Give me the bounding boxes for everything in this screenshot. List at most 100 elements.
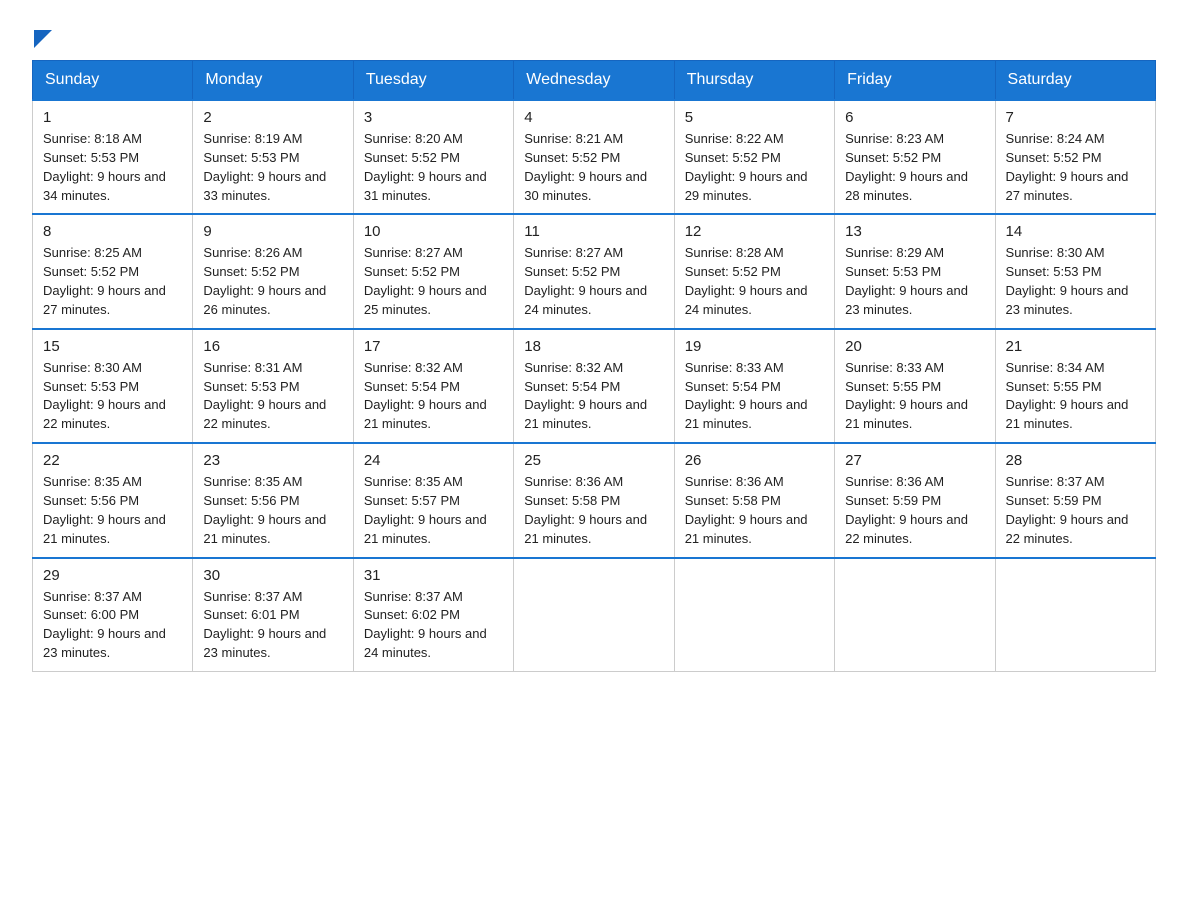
calendar-cell: 3 Sunrise: 8:20 AMSunset: 5:52 PMDayligh… xyxy=(353,100,513,214)
day-info: Sunrise: 8:20 AMSunset: 5:52 PMDaylight:… xyxy=(364,130,503,205)
day-info: Sunrise: 8:36 AMSunset: 5:58 PMDaylight:… xyxy=(685,473,824,548)
weekday-header-monday: Monday xyxy=(193,61,353,101)
day-number: 4 xyxy=(524,109,663,126)
weekday-header-friday: Friday xyxy=(835,61,995,101)
day-info: Sunrise: 8:35 AMSunset: 5:56 PMDaylight:… xyxy=(203,473,342,548)
calendar-cell: 13 Sunrise: 8:29 AMSunset: 5:53 PMDaylig… xyxy=(835,214,995,328)
day-number: 25 xyxy=(524,452,663,469)
calendar-cell: 21 Sunrise: 8:34 AMSunset: 5:55 PMDaylig… xyxy=(995,329,1155,443)
weekday-header-wednesday: Wednesday xyxy=(514,61,674,101)
day-number: 18 xyxy=(524,338,663,355)
day-number: 23 xyxy=(203,452,342,469)
day-number: 5 xyxy=(685,109,824,126)
calendar-week-row: 29 Sunrise: 8:37 AMSunset: 6:00 PMDaylig… xyxy=(33,558,1156,672)
day-info: Sunrise: 8:35 AMSunset: 5:57 PMDaylight:… xyxy=(364,473,503,548)
logo-arrow-icon xyxy=(34,30,52,48)
page-header xyxy=(32,24,1156,44)
calendar-cell: 24 Sunrise: 8:35 AMSunset: 5:57 PMDaylig… xyxy=(353,443,513,557)
day-number: 21 xyxy=(1006,338,1145,355)
day-number: 14 xyxy=(1006,223,1145,240)
calendar-cell xyxy=(835,558,995,672)
calendar-cell: 2 Sunrise: 8:19 AMSunset: 5:53 PMDayligh… xyxy=(193,100,353,214)
day-info: Sunrise: 8:27 AMSunset: 5:52 PMDaylight:… xyxy=(364,244,503,319)
calendar-cell: 9 Sunrise: 8:26 AMSunset: 5:52 PMDayligh… xyxy=(193,214,353,328)
day-info: Sunrise: 8:36 AMSunset: 5:59 PMDaylight:… xyxy=(845,473,984,548)
day-number: 17 xyxy=(364,338,503,355)
calendar-week-row: 22 Sunrise: 8:35 AMSunset: 5:56 PMDaylig… xyxy=(33,443,1156,557)
day-info: Sunrise: 8:18 AMSunset: 5:53 PMDaylight:… xyxy=(43,130,182,205)
weekday-header-sunday: Sunday xyxy=(33,61,193,101)
day-number: 28 xyxy=(1006,452,1145,469)
day-info: Sunrise: 8:37 AMSunset: 6:00 PMDaylight:… xyxy=(43,588,182,663)
day-number: 1 xyxy=(43,109,182,126)
calendar-cell: 31 Sunrise: 8:37 AMSunset: 6:02 PMDaylig… xyxy=(353,558,513,672)
calendar-cell: 11 Sunrise: 8:27 AMSunset: 5:52 PMDaylig… xyxy=(514,214,674,328)
day-info: Sunrise: 8:30 AMSunset: 5:53 PMDaylight:… xyxy=(1006,244,1145,319)
calendar-cell: 20 Sunrise: 8:33 AMSunset: 5:55 PMDaylig… xyxy=(835,329,995,443)
calendar-cell: 7 Sunrise: 8:24 AMSunset: 5:52 PMDayligh… xyxy=(995,100,1155,214)
day-info: Sunrise: 8:31 AMSunset: 5:53 PMDaylight:… xyxy=(203,359,342,434)
calendar-table: SundayMondayTuesdayWednesdayThursdayFrid… xyxy=(32,60,1156,672)
day-number: 6 xyxy=(845,109,984,126)
day-info: Sunrise: 8:37 AMSunset: 5:59 PMDaylight:… xyxy=(1006,473,1145,548)
day-number: 13 xyxy=(845,223,984,240)
calendar-cell: 22 Sunrise: 8:35 AMSunset: 5:56 PMDaylig… xyxy=(33,443,193,557)
day-number: 11 xyxy=(524,223,663,240)
day-number: 7 xyxy=(1006,109,1145,126)
day-number: 12 xyxy=(685,223,824,240)
day-info: Sunrise: 8:33 AMSunset: 5:55 PMDaylight:… xyxy=(845,359,984,434)
calendar-cell: 15 Sunrise: 8:30 AMSunset: 5:53 PMDaylig… xyxy=(33,329,193,443)
day-number: 10 xyxy=(364,223,503,240)
calendar-cell: 23 Sunrise: 8:35 AMSunset: 5:56 PMDaylig… xyxy=(193,443,353,557)
day-info: Sunrise: 8:30 AMSunset: 5:53 PMDaylight:… xyxy=(43,359,182,434)
day-info: Sunrise: 8:33 AMSunset: 5:54 PMDaylight:… xyxy=(685,359,824,434)
day-number: 16 xyxy=(203,338,342,355)
day-number: 19 xyxy=(685,338,824,355)
calendar-cell: 6 Sunrise: 8:23 AMSunset: 5:52 PMDayligh… xyxy=(835,100,995,214)
day-info: Sunrise: 8:35 AMSunset: 5:56 PMDaylight:… xyxy=(43,473,182,548)
day-info: Sunrise: 8:22 AMSunset: 5:52 PMDaylight:… xyxy=(685,130,824,205)
day-number: 8 xyxy=(43,223,182,240)
calendar-cell: 14 Sunrise: 8:30 AMSunset: 5:53 PMDaylig… xyxy=(995,214,1155,328)
day-number: 27 xyxy=(845,452,984,469)
day-number: 20 xyxy=(845,338,984,355)
day-info: Sunrise: 8:19 AMSunset: 5:53 PMDaylight:… xyxy=(203,130,342,205)
calendar-cell: 25 Sunrise: 8:36 AMSunset: 5:58 PMDaylig… xyxy=(514,443,674,557)
day-info: Sunrise: 8:21 AMSunset: 5:52 PMDaylight:… xyxy=(524,130,663,205)
day-info: Sunrise: 8:34 AMSunset: 5:55 PMDaylight:… xyxy=(1006,359,1145,434)
calendar-cell: 10 Sunrise: 8:27 AMSunset: 5:52 PMDaylig… xyxy=(353,214,513,328)
calendar-cell xyxy=(514,558,674,672)
day-number: 9 xyxy=(203,223,342,240)
calendar-week-row: 15 Sunrise: 8:30 AMSunset: 5:53 PMDaylig… xyxy=(33,329,1156,443)
day-number: 22 xyxy=(43,452,182,469)
day-info: Sunrise: 8:37 AMSunset: 6:02 PMDaylight:… xyxy=(364,588,503,663)
calendar-cell: 30 Sunrise: 8:37 AMSunset: 6:01 PMDaylig… xyxy=(193,558,353,672)
calendar-cell: 16 Sunrise: 8:31 AMSunset: 5:53 PMDaylig… xyxy=(193,329,353,443)
calendar-cell: 19 Sunrise: 8:33 AMSunset: 5:54 PMDaylig… xyxy=(674,329,834,443)
calendar-cell: 29 Sunrise: 8:37 AMSunset: 6:00 PMDaylig… xyxy=(33,558,193,672)
calendar-week-row: 8 Sunrise: 8:25 AMSunset: 5:52 PMDayligh… xyxy=(33,214,1156,328)
calendar-cell: 1 Sunrise: 8:18 AMSunset: 5:53 PMDayligh… xyxy=(33,100,193,214)
day-info: Sunrise: 8:36 AMSunset: 5:58 PMDaylight:… xyxy=(524,473,663,548)
day-info: Sunrise: 8:23 AMSunset: 5:52 PMDaylight:… xyxy=(845,130,984,205)
calendar-cell xyxy=(995,558,1155,672)
weekday-header-row: SundayMondayTuesdayWednesdayThursdayFrid… xyxy=(33,61,1156,101)
day-number: 30 xyxy=(203,567,342,584)
day-info: Sunrise: 8:29 AMSunset: 5:53 PMDaylight:… xyxy=(845,244,984,319)
day-info: Sunrise: 8:25 AMSunset: 5:52 PMDaylight:… xyxy=(43,244,182,319)
calendar-cell: 27 Sunrise: 8:36 AMSunset: 5:59 PMDaylig… xyxy=(835,443,995,557)
calendar-cell xyxy=(674,558,834,672)
day-number: 3 xyxy=(364,109,503,126)
day-number: 15 xyxy=(43,338,182,355)
day-info: Sunrise: 8:32 AMSunset: 5:54 PMDaylight:… xyxy=(524,359,663,434)
day-number: 26 xyxy=(685,452,824,469)
calendar-cell: 26 Sunrise: 8:36 AMSunset: 5:58 PMDaylig… xyxy=(674,443,834,557)
calendar-cell: 4 Sunrise: 8:21 AMSunset: 5:52 PMDayligh… xyxy=(514,100,674,214)
day-number: 29 xyxy=(43,567,182,584)
day-info: Sunrise: 8:28 AMSunset: 5:52 PMDaylight:… xyxy=(685,244,824,319)
calendar-week-row: 1 Sunrise: 8:18 AMSunset: 5:53 PMDayligh… xyxy=(33,100,1156,214)
calendar-cell: 5 Sunrise: 8:22 AMSunset: 5:52 PMDayligh… xyxy=(674,100,834,214)
calendar-cell: 18 Sunrise: 8:32 AMSunset: 5:54 PMDaylig… xyxy=(514,329,674,443)
day-info: Sunrise: 8:24 AMSunset: 5:52 PMDaylight:… xyxy=(1006,130,1145,205)
day-number: 2 xyxy=(203,109,342,126)
